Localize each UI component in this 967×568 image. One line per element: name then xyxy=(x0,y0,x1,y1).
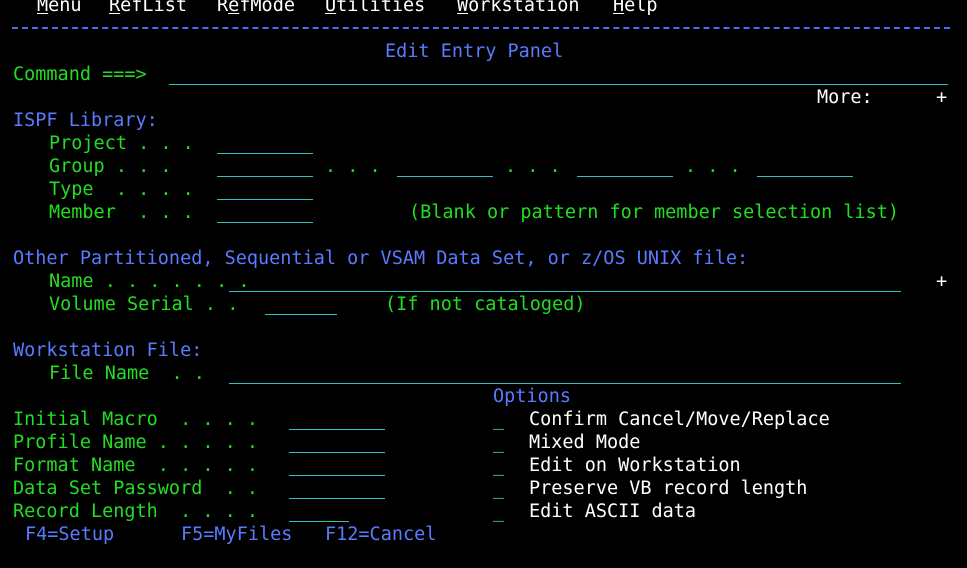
file-name-input[interactable] xyxy=(229,383,901,384)
member-label: Member . . . xyxy=(49,202,194,223)
option-checkbox[interactable]: _ xyxy=(493,500,504,523)
profile-name-label: Profile Name . . . . . xyxy=(13,432,259,453)
menu-menu[interactable]: Menu xyxy=(37,0,82,17)
group-input-2[interactable] xyxy=(397,176,493,177)
panel-title: Edit Entry Panel xyxy=(385,41,564,62)
member-note: (Blank or pattern for member selection l… xyxy=(409,202,900,223)
name-label: Name . . . . . . . xyxy=(49,271,250,292)
volume-serial-label: Volume Serial . . xyxy=(49,294,239,315)
pf-key-f5[interactable]: F5=MyFiles xyxy=(181,523,292,546)
group-input-3[interactable] xyxy=(577,176,673,177)
initial-macro-label: Initial Macro . . . . xyxy=(13,409,259,430)
data-set-password-label: Data Set Password . . xyxy=(13,478,259,499)
format-name-label: Format Name . . . . . xyxy=(13,455,259,476)
type-label: Type . . . . xyxy=(49,179,194,200)
menu-reflist[interactable]: RefList xyxy=(109,0,187,17)
group-input-4[interactable] xyxy=(757,176,853,177)
group-label: Group . . . xyxy=(49,156,172,177)
option-checkbox[interactable]: _ xyxy=(493,431,504,454)
more-indicator: + xyxy=(936,87,948,108)
profile-name-input[interactable] xyxy=(289,452,385,453)
ispf-library-heading: ISPF Library: xyxy=(13,110,158,131)
data-set-password-input[interactable] xyxy=(289,498,385,499)
dataset-name-input[interactable] xyxy=(229,291,901,292)
other-dataset-heading: Other Partitioned, Sequential or VSAM Da… xyxy=(13,248,749,269)
menu-separator xyxy=(12,27,950,29)
group-separator: . . . xyxy=(325,156,381,177)
project-input[interactable] xyxy=(217,153,313,154)
volume-note: (If not cataloged) xyxy=(385,294,586,315)
command-label: Command ===> xyxy=(13,64,147,85)
option-label: Edit ASCII data xyxy=(529,501,697,522)
member-input[interactable] xyxy=(217,222,313,223)
options-heading: Options xyxy=(493,386,571,407)
pf-key-f12[interactable]: F12=Cancel xyxy=(325,523,436,546)
option-label: Edit on Workstation xyxy=(529,455,741,476)
option-label: Confirm Cancel/Move/Replace xyxy=(529,409,830,430)
file-name-label: File Name . . xyxy=(49,363,205,384)
format-name-input[interactable] xyxy=(289,475,385,476)
more-label: More: xyxy=(817,87,873,108)
option-label: Mixed Mode xyxy=(529,432,641,453)
name-more-indicator: + xyxy=(936,271,948,292)
menu-refmode[interactable]: RefMode xyxy=(217,0,295,17)
project-label: Project . . . xyxy=(49,133,194,154)
volume-serial-input[interactable] xyxy=(265,314,337,315)
record-length-input[interactable] xyxy=(289,521,349,522)
option-label: Preserve VB record length xyxy=(529,478,808,499)
type-input[interactable] xyxy=(217,199,313,200)
command-input[interactable] xyxy=(169,84,948,85)
menu-help[interactable]: Help xyxy=(613,0,658,17)
group-input-1[interactable] xyxy=(217,176,313,177)
option-checkbox[interactable]: _ xyxy=(493,477,504,500)
option-checkbox[interactable]: _ xyxy=(493,408,504,431)
group-separator: . . . xyxy=(505,156,561,177)
option-checkbox[interactable]: _ xyxy=(493,454,504,477)
record-length-label: Record Length . . . . xyxy=(13,501,259,522)
menu-workstation[interactable]: Workstation xyxy=(457,0,580,17)
initial-macro-input[interactable] xyxy=(289,429,385,430)
menu-utilities[interactable]: Utilities xyxy=(325,0,425,17)
group-separator: . . . xyxy=(685,156,741,177)
workstation-file-heading: Workstation File: xyxy=(13,340,203,361)
pf-key-f4[interactable]: F4=Setup xyxy=(25,523,114,546)
